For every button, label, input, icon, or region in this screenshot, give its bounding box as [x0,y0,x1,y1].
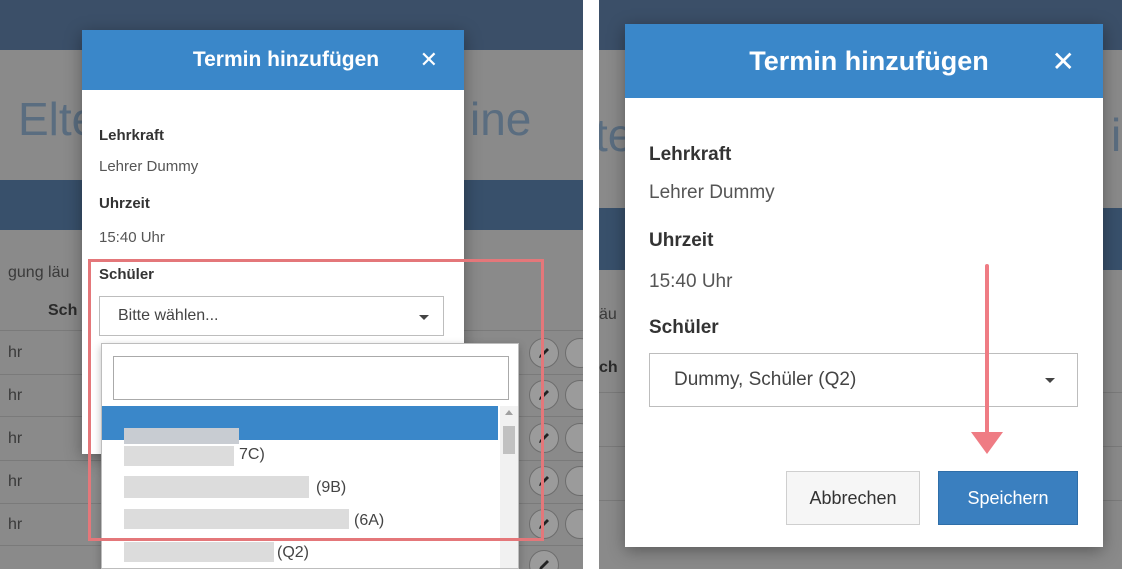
highlight-box [88,259,544,541]
background-row-fragment: hr [8,387,23,404]
modal-title: Termin hinzufügen [749,45,989,76]
redacted-student-name [124,542,274,562]
time-value: 15:40 Uhr [99,229,165,246]
student-label: Schüler [649,317,719,338]
dropdown-option[interactable]: (Q2) [277,544,309,562]
teacher-label: Lehrkraft [649,144,732,165]
time-value: 15:40 Uhr [649,271,733,292]
panel-divider [583,0,599,569]
teacher-label: Lehrkraft [99,127,165,144]
background-row-fragment: hr [8,430,23,447]
teacher-value: Lehrer Dummy [99,158,199,175]
background-column-fragment: Sch [48,302,78,319]
cancel-button[interactable]: Abbrechen [786,471,920,525]
student-select-value: Dummy, Schüler (Q2) [674,369,857,390]
background-row-fragment: hr [8,516,23,533]
background-row-fragment: hr [8,344,23,361]
background-text-fragment: äu [599,306,617,323]
background-text-fragment: gung läu [8,264,70,281]
time-label: Uhrzeit [99,195,150,212]
modal-title: Termin hinzufügen [192,48,380,71]
time-label: Uhrzeit [649,230,714,251]
background-row-fragment: hr [8,473,23,490]
close-icon[interactable]: ✕ [1052,45,1075,78]
background-column-fragment: ch [599,359,618,376]
close-icon[interactable]: ✕ [420,47,438,73]
right-screenshot-panel: te i äu ch Termin hinzufügen ✕ Lehrkraft… [599,0,1122,569]
background-heading-right: ine [470,93,532,145]
left-screenshot-panel: Elte ine gung läu Sch hr hr hr hr hr Ter… [0,0,583,569]
chevron-down-icon [1045,378,1055,383]
background-heading-right: i [1111,109,1122,161]
arrow-down-icon [971,264,1003,454]
modal-header: Termin hinzufügen ✕ [82,30,464,90]
student-select[interactable]: Dummy, Schüler (Q2) [649,353,1078,407]
add-appointment-modal: Termin hinzufügen ✕ Lehrkraft Lehrer Dum… [625,24,1103,547]
modal-header: Termin hinzufügen ✕ [625,24,1103,98]
save-button[interactable]: Speichern [938,471,1078,525]
teacher-value: Lehrer Dummy [649,182,775,203]
